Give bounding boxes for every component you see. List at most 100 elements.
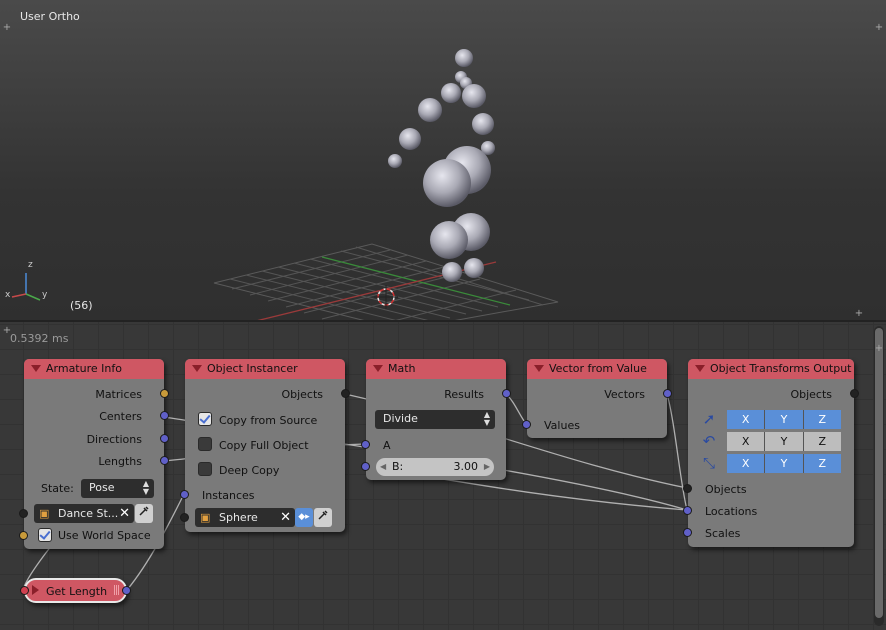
socket-get-length-output[interactable] [122, 586, 131, 595]
node-vector-from-value[interactable]: Vector from Value Vectors Values [522, 359, 672, 438]
source-object-field[interactable]: ▣ Sphere ✕ [195, 508, 295, 527]
output-directions-label: Directions [86, 433, 142, 446]
scale-axis-toggles[interactable]: X Y Z [727, 454, 841, 473]
output-objects-label: Objects [281, 388, 323, 401]
location-z-toggle[interactable]: Z [803, 410, 841, 429]
state-value: Pose [89, 481, 115, 494]
collapse-arrow-icon[interactable] [373, 365, 383, 372]
socket-objects-input[interactable] [683, 484, 692, 493]
node-object-transforms-output[interactable]: Object Transforms Output Objects ➚ X Y Z… [683, 359, 859, 547]
clear-x-icon[interactable]: ✕ [119, 504, 130, 523]
type-selector-icon[interactable]: ◆▸ [295, 508, 313, 527]
socket-matrices[interactable] [160, 389, 169, 398]
rotation-axis-toggles[interactable]: X Y Z [727, 432, 841, 451]
socket-values-input[interactable] [522, 420, 531, 429]
view-label: User Ortho [20, 10, 80, 23]
socket-centers[interactable] [160, 411, 169, 420]
input-locations-label: Locations [705, 505, 758, 518]
node-armature-info[interactable]: Armature Info Matrices Centers Direction… [19, 359, 169, 549]
object-name: Dance St... [58, 507, 119, 520]
socket-a-input[interactable] [361, 440, 370, 449]
deep-copy-label: Deep Copy [219, 464, 280, 477]
socket-get-length-input[interactable] [20, 586, 29, 595]
area-split-handle-icon[interactable]: + [2, 23, 12, 33]
deep-copy-checkbox[interactable] [198, 462, 212, 476]
object-cube-icon: ▣ [200, 511, 211, 524]
updown-arrows-icon: ▲ ▼ [142, 479, 149, 496]
updown-arrows-icon: ▲ ▼ [483, 410, 490, 427]
b-field-label: B: [392, 460, 404, 473]
node-header[interactable]: Object Transforms Output [688, 359, 854, 379]
socket-objects-output[interactable] [850, 389, 859, 398]
socket-b-input[interactable] [361, 462, 370, 471]
eyedropper-icon[interactable] [314, 508, 332, 527]
scale-arrow-icon: ⤡ [702, 454, 715, 472]
location-y-toggle[interactable]: Y [765, 410, 804, 429]
operation-dropdown[interactable]: Divide ▲ ▼ [375, 410, 495, 429]
socket-scales-input[interactable] [683, 528, 692, 537]
node-math[interactable]: Math Results Divide ▲ ▼ A ◀ B: 3.00 ▶ [361, 359, 511, 480]
node-title: Get Length [46, 585, 108, 598]
rotation-y-toggle[interactable]: Y [765, 432, 804, 451]
decrement-arrow-icon[interactable]: ◀ [380, 458, 386, 476]
node-header[interactable]: Math [366, 359, 506, 379]
socket-vectors-output[interactable] [663, 389, 672, 398]
vertical-scrollbar[interactable] [874, 326, 884, 626]
object-field[interactable]: ▣ Dance St... ✕ [34, 504, 134, 523]
scrollbar-thumb[interactable] [875, 328, 883, 618]
node-header[interactable]: Armature Info [24, 359, 164, 379]
b-value-field[interactable]: ◀ B: 3.00 ▶ [376, 458, 494, 476]
location-x-toggle[interactable]: X [727, 410, 766, 429]
increment-arrow-icon[interactable]: ▶ [484, 458, 490, 476]
socket-world-space[interactable] [19, 531, 28, 540]
axis-z-label: z [28, 260, 33, 270]
output-matrices-label: Matrices [95, 388, 142, 401]
node-title: Object Instancer [207, 362, 298, 375]
socket-source-input[interactable] [180, 513, 189, 522]
use-world-space-checkbox[interactable] [38, 528, 52, 542]
axis-y-label: y [42, 290, 48, 300]
location-axis-toggles[interactable]: X Y Z [727, 410, 841, 429]
node-object-instancer[interactable]: Object Instancer Objects Copy from Sourc… [180, 359, 350, 532]
socket-objects-output[interactable] [341, 389, 350, 398]
axis-x-label: x [5, 290, 11, 300]
area-split-handle-icon[interactable]: + [854, 309, 864, 319]
collapse-arrow-icon[interactable] [192, 365, 202, 372]
expand-arrow-icon[interactable] [32, 585, 39, 595]
scale-y-toggle[interactable]: Y [765, 454, 804, 473]
socket-object-input[interactable] [19, 509, 28, 518]
socket-locations-input[interactable] [683, 506, 692, 515]
node-editor[interactable]: + 0.5392 ms Armature Info Matrices Cente… [0, 322, 886, 630]
socket-directions[interactable] [160, 434, 169, 443]
collapse-arrow-icon[interactable] [534, 365, 544, 372]
scale-x-toggle[interactable]: X [727, 454, 766, 473]
socket-lengths[interactable] [160, 456, 169, 465]
scale-z-toggle[interactable]: Z [803, 454, 841, 473]
rotation-z-toggle[interactable]: Z [803, 432, 841, 451]
input-values-label: Values [544, 419, 580, 432]
node-header[interactable]: Vector from Value [527, 359, 667, 379]
collapse-arrow-icon[interactable] [695, 365, 705, 372]
3d-viewport[interactable]: User Ortho z y x (56) + + + [0, 0, 886, 320]
state-dropdown[interactable]: Pose ▲ ▼ [81, 479, 154, 498]
viewport-scene [11, 49, 559, 320]
drag-handle-icon[interactable] [114, 585, 119, 595]
area-split-handle-icon[interactable]: + [874, 344, 884, 354]
copy-full-object-checkbox[interactable] [198, 437, 212, 451]
eyedropper-icon[interactable] [135, 504, 153, 523]
socket-results-output[interactable] [502, 389, 511, 398]
node-get-length[interactable]: Get Length [20, 578, 131, 603]
socket-instances-input[interactable] [180, 490, 189, 499]
input-a-label: A [383, 439, 391, 452]
node-header[interactable]: Object Instancer [185, 359, 345, 379]
output-centers-label: Centers [99, 410, 142, 423]
output-lengths-label: Lengths [98, 455, 142, 468]
collapse-arrow-icon[interactable] [31, 365, 41, 372]
area-split-handle-icon[interactable]: + [874, 23, 884, 33]
rotation-x-toggle[interactable]: X [727, 432, 766, 451]
copy-from-source-checkbox[interactable] [198, 412, 212, 426]
axis-gizmo [11, 273, 41, 301]
clear-x-icon[interactable]: ✕ [280, 508, 291, 527]
b-field-value: 3.00 [453, 460, 479, 473]
rotation-arc-icon: ↶ [702, 432, 716, 450]
